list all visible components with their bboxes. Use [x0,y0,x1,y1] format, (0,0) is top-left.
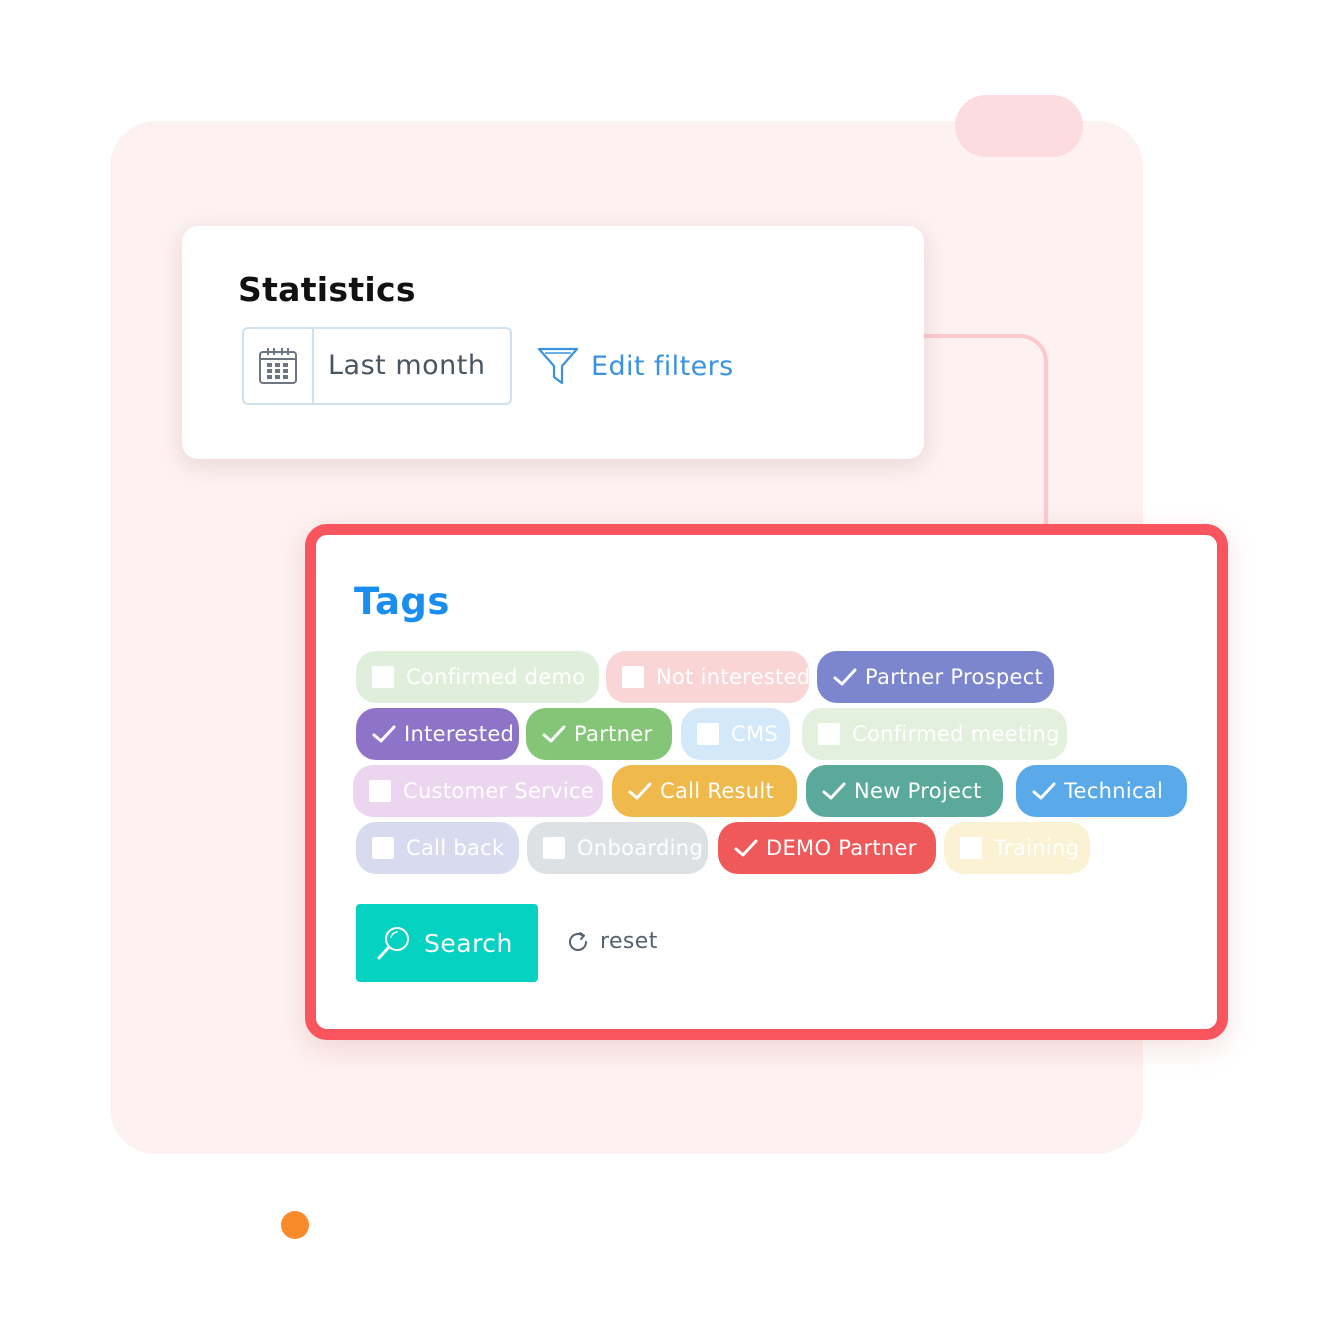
tag-label: Onboarding [577,836,703,860]
tag-cms[interactable]: CMS [681,708,790,760]
tag-confirmed-meeting[interactable]: Confirmed meeting [802,708,1067,760]
tag-label: Partner Prospect [865,665,1044,689]
tag-call-result[interactable]: Call Result [612,765,797,817]
check-icon [833,668,857,686]
reset-label: reset [600,929,658,954]
tag-checkbox [369,780,391,802]
tag-technical[interactable]: Technical [1016,765,1187,817]
reset-icon [569,931,587,951]
tag-checkbox [543,837,565,859]
tag-label: Interested [404,722,515,746]
tag-new-project[interactable]: New Project [806,765,1003,817]
search-button-label: Search [424,928,513,958]
date-range-value: Last month [328,350,486,381]
check-icon [1032,782,1056,800]
calendar-icon [244,329,314,403]
tag-partner-prospect[interactable]: Partner Prospect [817,651,1054,703]
tag-interested[interactable]: Interested [356,708,519,760]
statistics-title: Statistics [238,270,416,309]
tags-title: Tags [354,580,450,623]
tag-label: Partner [574,722,653,746]
search-button[interactable]: Search [356,904,538,982]
check-icon [542,725,566,743]
check-icon [372,725,396,743]
tag-label: New Project [854,779,982,803]
tag-label: DEMO Partner [766,836,917,860]
tag-label: Training [994,836,1080,860]
statistics-card: Statistics Last month Edit filters [182,226,924,459]
tag-customer-service[interactable]: Customer Service [353,765,603,817]
tag-checkbox [622,666,644,688]
tag-confirmed-demo[interactable]: Confirmed demo [356,651,599,703]
filter-icon [537,347,579,385]
tag-label: Not interested [656,665,811,689]
tag-partner[interactable]: Partner [526,708,672,760]
tag-checkbox [372,837,394,859]
edit-filters-link[interactable]: Edit filters [537,344,734,388]
tag-call-back[interactable]: Call back [356,822,519,874]
date-range-picker[interactable]: Last month [242,327,512,405]
tag-checkbox [818,723,840,745]
search-icon [377,927,409,960]
tag-demo-partner[interactable]: DEMO Partner [718,822,936,874]
tag-training[interactable]: Training [944,822,1090,874]
tag-not-interested[interactable]: Not interested [606,651,811,703]
tag-label: Call Result [660,779,775,803]
tag-checkbox [372,666,394,688]
tag-label: CMS [731,722,779,746]
check-icon [734,839,758,857]
tag-checkbox [697,723,719,745]
tag-checkbox [960,837,982,859]
check-icon [822,782,846,800]
tag-label: Technical [1064,779,1164,803]
tag-onboarding[interactable]: Onboarding [527,822,708,874]
edit-filters-label: Edit filters [591,350,734,382]
tag-label: Confirmed meeting [852,722,1060,746]
decorative-pill [955,95,1083,157]
connector-line [924,334,1048,530]
reset-link[interactable]: reset [566,929,658,954]
tag-label: Confirmed demo [406,665,586,689]
tag-label: Call back [406,836,505,860]
tag-label: Customer Service [403,779,595,803]
tags-panel: Tags Confirmed demo Not interested Partn… [305,524,1228,1040]
decorative-dot [281,1211,309,1239]
check-icon [628,782,652,800]
